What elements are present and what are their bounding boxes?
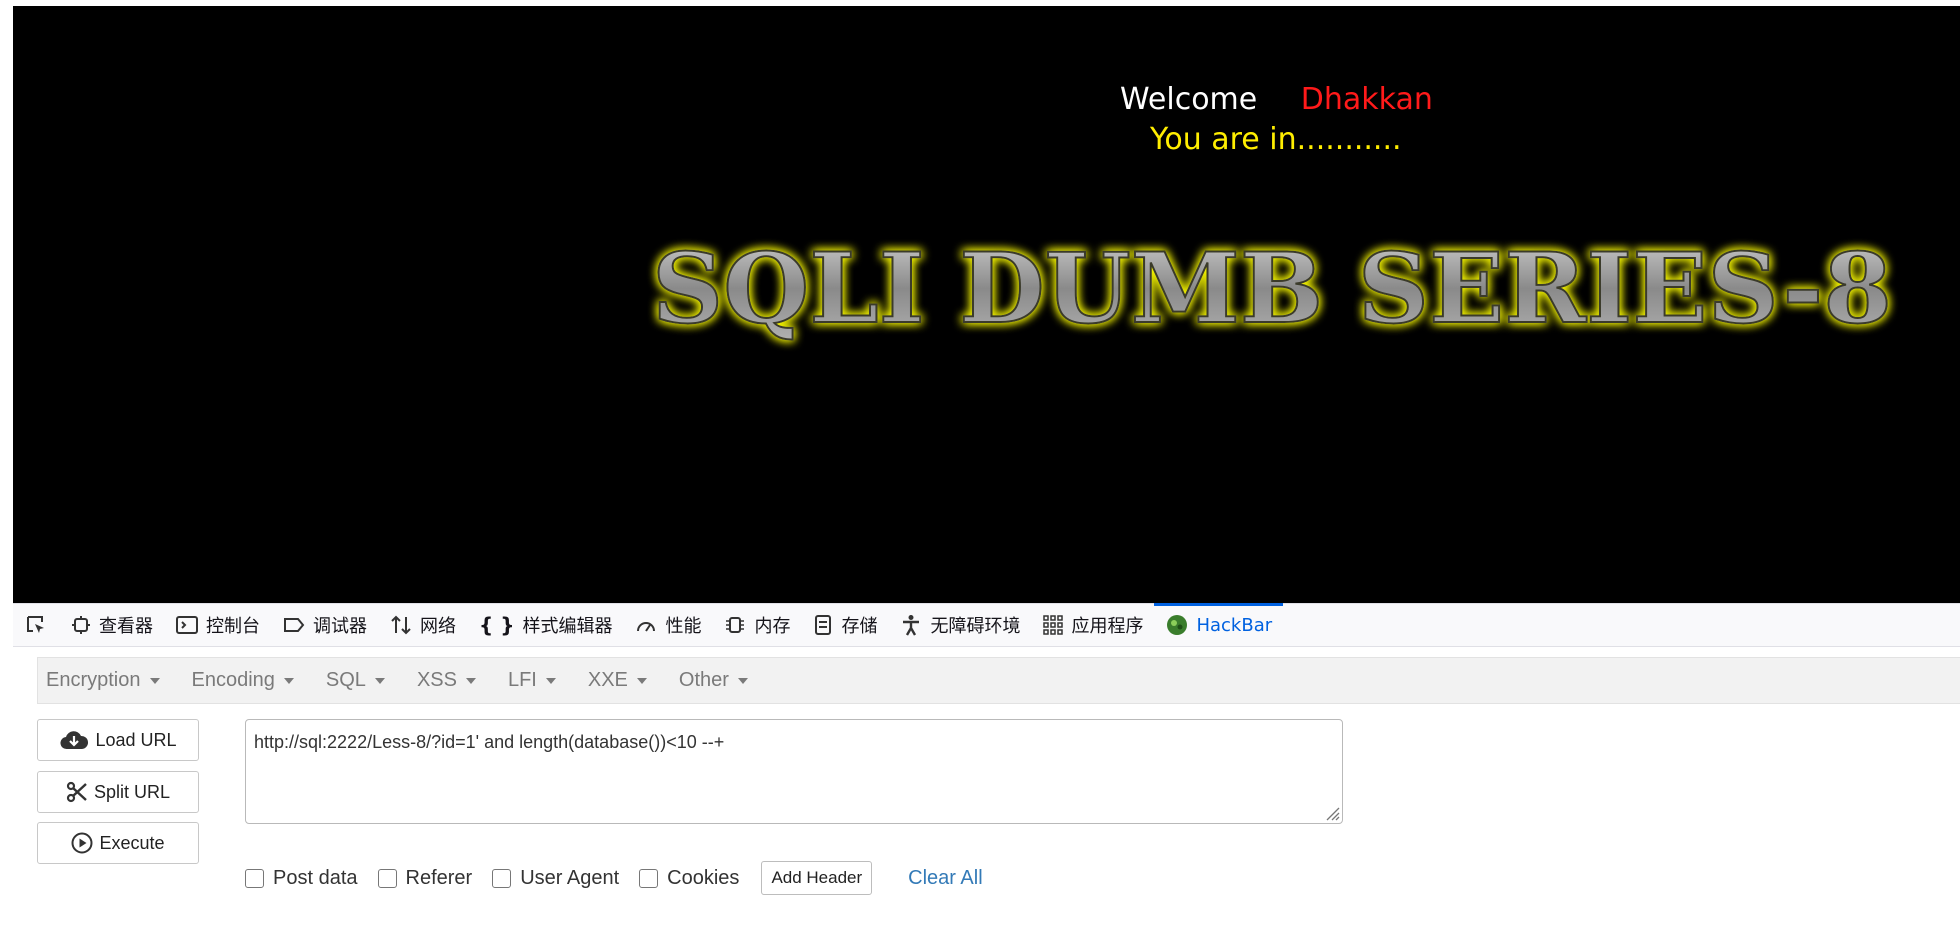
tab-label: HackBar — [1196, 614, 1273, 636]
scissors-icon — [66, 781, 87, 803]
play-circle-icon — [71, 832, 93, 854]
page-viewport: Welcome Dhakkan You are in........... SQ… — [13, 6, 1960, 603]
tab-network[interactable]: 网络 — [378, 604, 467, 646]
menu-label: XXE — [587, 669, 628, 691]
welcome-line: Welcome Dhakkan — [1120, 82, 1433, 117]
tab-accessibility[interactable]: 无障碍环境 — [888, 604, 1031, 646]
option-label: Referer — [405, 866, 473, 889]
hackbar-menubar: Encryption Encoding SQL XSS LFI XXE Othe… — [37, 657, 1960, 704]
element-picker-icon — [27, 616, 44, 633]
devtools-toolbar: 查看器 控制台 调试器 网络 { } 样式编辑器 性能 内存 存储 无障碍环境 … — [13, 603, 1960, 647]
option-label: User Agent — [520, 866, 620, 889]
cookies-checkbox[interactable] — [639, 868, 659, 888]
element-picker-button[interactable] — [13, 604, 59, 646]
caret-down-icon — [545, 677, 556, 684]
accessibility-icon — [900, 614, 922, 636]
menu-sql[interactable]: SQL — [318, 669, 393, 692]
menu-encoding[interactable]: Encoding — [184, 669, 302, 692]
menu-xxe[interactable]: XXE — [580, 669, 655, 692]
caret-down-icon — [636, 677, 647, 684]
banner-text: SQLI DUMB SERIES-8 — [652, 232, 1892, 345]
performance-icon — [635, 615, 657, 635]
status-message: You are in........... — [1150, 122, 1402, 157]
menu-xss[interactable]: XSS — [409, 669, 484, 692]
url-value: http://sql:2222/Less-8/?id=1' and length… — [254, 732, 725, 752]
split-url-button[interactable]: Split URL — [37, 771, 199, 813]
tab-hackbar[interactable]: HackBar — [1154, 603, 1283, 646]
network-icon — [390, 615, 412, 635]
tab-style-editor[interactable]: { } 样式编辑器 — [467, 604, 623, 646]
tab-label: 样式编辑器 — [522, 616, 613, 637]
caret-down-icon — [149, 677, 160, 684]
tab-label: 存储 — [841, 616, 878, 637]
cloud-download-icon — [60, 731, 89, 750]
add-header-button[interactable]: Add Header — [761, 861, 873, 895]
tab-label: 调试器 — [313, 616, 367, 637]
option-cookies[interactable]: Cookies — [639, 867, 739, 890]
caret-down-icon — [374, 677, 385, 684]
menu-label: Other — [678, 669, 729, 691]
menu-encryption[interactable]: Encryption — [38, 669, 168, 692]
referer-checkbox[interactable] — [377, 868, 397, 888]
memory-icon — [724, 615, 746, 635]
inspector-icon — [71, 615, 91, 635]
console-icon — [176, 615, 198, 635]
hackbar-icon — [1166, 614, 1188, 636]
caret-down-icon — [283, 677, 294, 684]
tab-performance[interactable]: 性能 — [623, 604, 712, 646]
option-post-data[interactable]: Post data — [245, 867, 358, 890]
welcome-word: Welcome — [1120, 82, 1258, 117]
tab-label: 网络 — [420, 616, 456, 637]
request-options: Post data Referer User Agent Cookies Add… — [245, 861, 983, 895]
tab-debugger[interactable]: 调试器 — [271, 604, 378, 646]
menu-label: XSS — [416, 669, 457, 691]
tab-label: 应用程序 — [1071, 616, 1144, 637]
window-edge — [0, 0, 13, 925]
tab-memory[interactable]: 内存 — [712, 604, 801, 646]
caret-down-icon — [465, 677, 476, 684]
debugger-icon — [283, 616, 305, 634]
split-url-label: Split URL — [93, 781, 171, 802]
menu-label: Encoding — [191, 669, 275, 691]
url-textarea[interactable]: http://sql:2222/Less-8/?id=1' and length… — [245, 719, 1343, 824]
tab-console[interactable]: 控制台 — [164, 604, 271, 646]
post-data-checkbox[interactable] — [245, 868, 264, 888]
menu-label: SQL — [325, 669, 366, 691]
menu-label: Encryption — [46, 669, 141, 691]
menu-lfi[interactable]: LFI — [500, 669, 564, 692]
option-label: Post data — [273, 866, 358, 889]
tab-label: 查看器 — [99, 616, 153, 637]
tab-label: 性能 — [665, 616, 702, 637]
application-icon — [1043, 615, 1064, 635]
execute-button[interactable]: Execute — [37, 822, 199, 864]
user-agent-checkbox[interactable] — [492, 868, 512, 888]
tab-label: 无障碍环境 — [930, 616, 1021, 637]
tab-label: 控制台 — [206, 616, 260, 637]
load-url-button[interactable]: Load URL — [37, 719, 199, 761]
storage-icon — [813, 614, 833, 636]
menu-other[interactable]: Other — [671, 669, 756, 692]
clear-all-link[interactable]: Clear All — [908, 867, 982, 890]
welcome-username: Dhakkan — [1300, 82, 1433, 117]
option-referer[interactable]: Referer — [377, 866, 473, 890]
option-user-agent[interactable]: User Agent — [492, 867, 619, 890]
execute-label: Execute — [99, 832, 165, 853]
resize-grip-icon[interactable] — [1324, 805, 1340, 821]
option-label: Cookies — [667, 866, 740, 889]
menu-label: LFI — [507, 669, 537, 691]
caret-down-icon — [737, 677, 748, 684]
style-editor-icon: { } — [479, 613, 515, 637]
tab-application[interactable]: 应用程序 — [1031, 604, 1154, 646]
tab-inspector[interactable]: 查看器 — [59, 604, 164, 646]
load-url-label: Load URL — [95, 729, 177, 750]
tab-storage[interactable]: 存储 — [801, 604, 888, 646]
series-title-banner: SQLI DUMB SERIES-8 — [651, 231, 1893, 346]
tab-label: 内存 — [754, 616, 791, 637]
